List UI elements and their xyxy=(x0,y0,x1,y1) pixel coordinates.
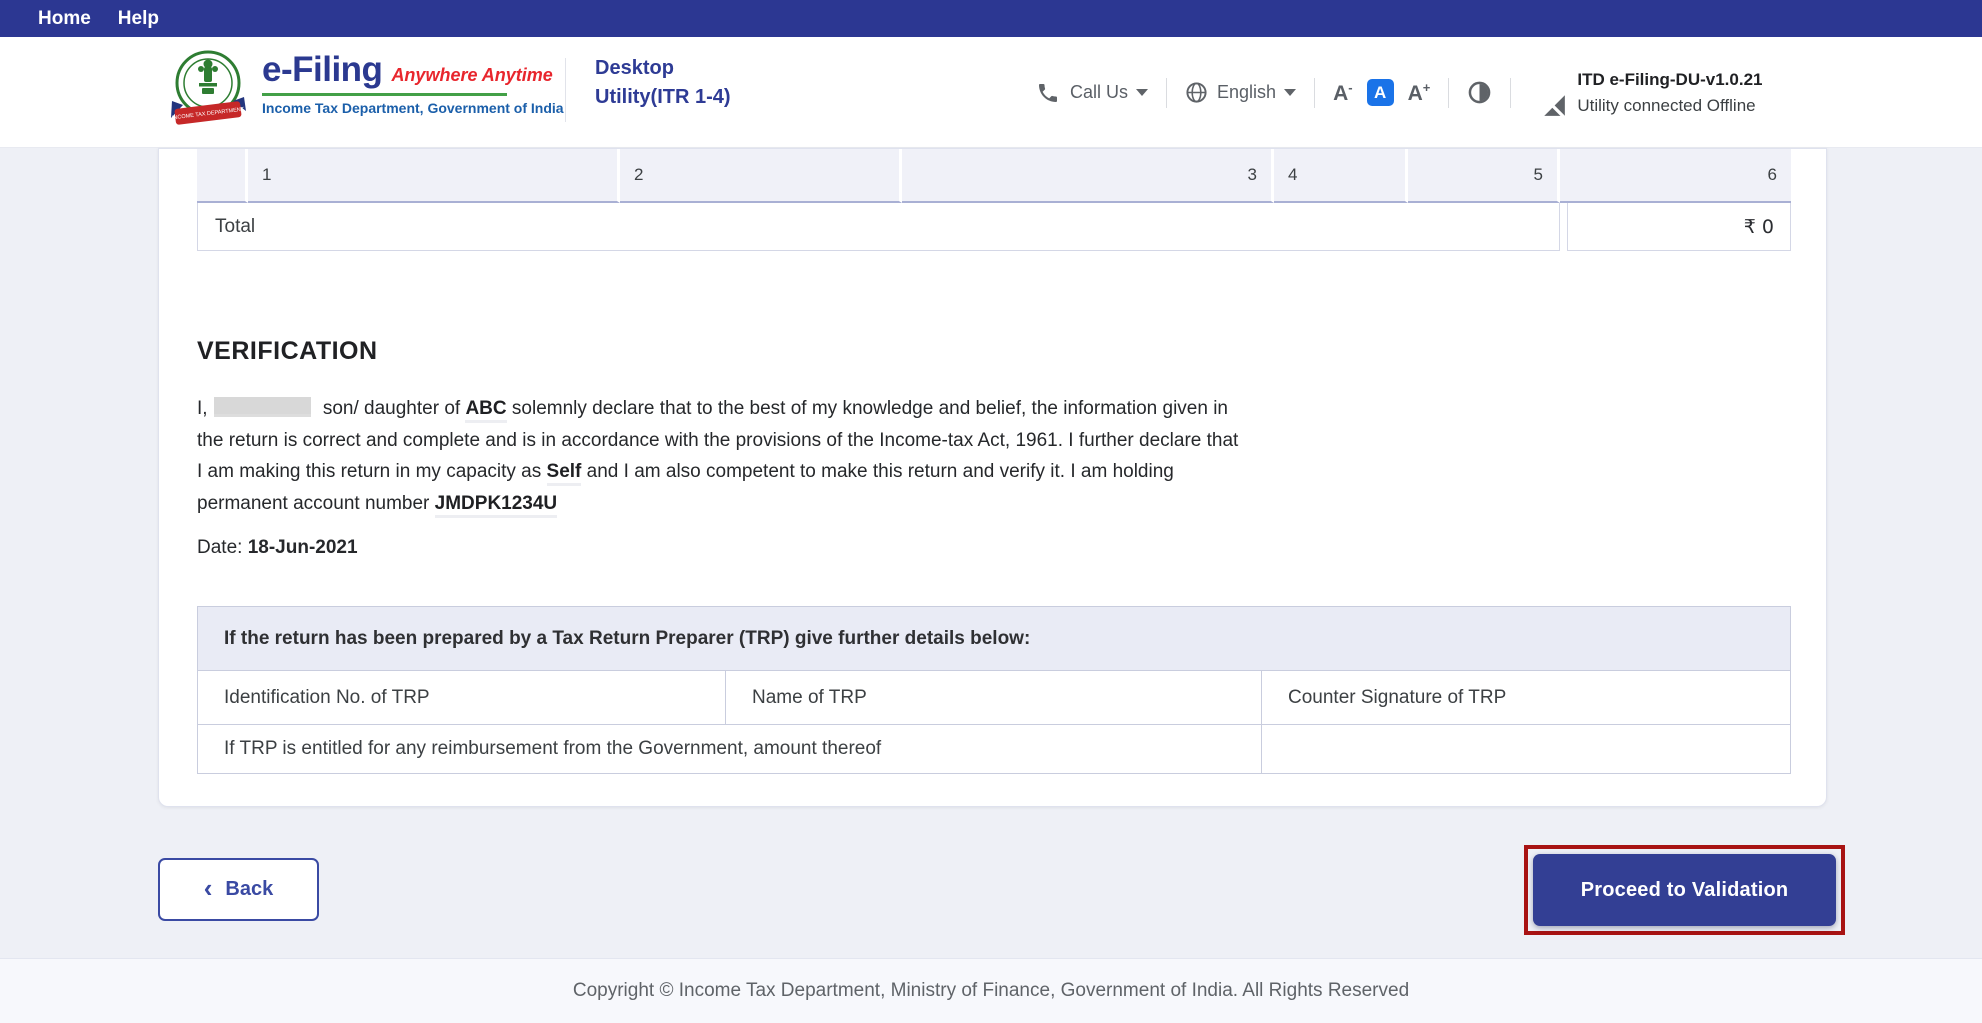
header-controls: Call Us English A- A A+ ITD e-Filing-DU-… xyxy=(1036,37,1762,148)
efiling-wordmark: e-Filing Anywhere Anytime Income Tax Dep… xyxy=(262,50,564,116)
trp-reimbursement-value-cell[interactable] xyxy=(1262,725,1790,773)
declarant-name-redacted xyxy=(213,397,311,417)
divider xyxy=(1166,77,1168,108)
total-amount: ₹ 0 xyxy=(1567,203,1791,251)
back-button[interactable]: ‹ Back xyxy=(158,858,319,921)
language-select[interactable]: English xyxy=(1217,82,1276,103)
father-name-value: ABC xyxy=(465,398,507,423)
contrast-toggle-icon[interactable] xyxy=(1467,80,1492,105)
trp-reimbursement-row: If TRP is entitled for any reimbursement… xyxy=(198,725,1790,773)
verification-declaration: I, son/ daughter of ABC solemnly declare… xyxy=(197,393,1245,519)
page-title-line1: Desktop xyxy=(595,57,674,79)
font-increase-button[interactable]: A+ xyxy=(1408,80,1431,106)
footer: Copyright © Income Tax Department, Minis… xyxy=(0,958,1982,1023)
font-decrease-button[interactable]: A- xyxy=(1333,80,1353,106)
globe-icon[interactable] xyxy=(1185,81,1208,104)
network-offline-icon xyxy=(1542,95,1566,118)
capacity-value: Self xyxy=(546,461,582,487)
divider xyxy=(1510,77,1512,108)
phone-icon[interactable] xyxy=(1036,81,1060,105)
trp-table-header: If the return has been prepared by a Tax… xyxy=(198,607,1790,671)
summary-total-row: Total ₹ 0 xyxy=(197,203,1791,251)
call-us-button[interactable]: Call Us xyxy=(1070,82,1128,103)
top-menu-bar: Home Help xyxy=(0,0,1982,37)
proceed-highlight-box: Proceed to Validation xyxy=(1524,845,1845,935)
income-tax-emblem-logo: INCOME TAX DEPARTMENT xyxy=(168,45,248,145)
total-label: Total xyxy=(197,203,1560,251)
app-header: INCOME TAX DEPARTMENT e-Filing Anywhere … xyxy=(0,37,1982,148)
form-card: 1 2 3 4 5 6 Total ₹ 0 VERIFICATION I, so… xyxy=(158,148,1827,807)
menu-home[interactable]: Home xyxy=(38,8,91,30)
decl-intro: I, xyxy=(197,398,208,419)
back-button-label: Back xyxy=(225,878,274,900)
trp-reimbursement-label: If TRP is entitled for any reimbursement… xyxy=(198,725,1262,773)
trp-name-label: Name of TRP xyxy=(726,671,1262,724)
trp-counter-signature-label: Counter Signature of TRP xyxy=(1288,686,1507,708)
summary-col-4: 4 xyxy=(1274,149,1408,203)
summary-col-6: 6 xyxy=(1560,149,1791,203)
proceed-to-validation-button[interactable]: Proceed to Validation xyxy=(1533,854,1836,926)
language-caret-icon[interactable] xyxy=(1284,89,1297,96)
emblem-icon: INCOME TAX DEPARTMENT xyxy=(171,50,246,125)
verification-heading: VERIFICATION xyxy=(197,337,378,365)
date-line: Date: 18-Jun-2021 xyxy=(197,537,358,559)
trp-columns-row: Identification No. of TRP Name of TRP Co… xyxy=(198,671,1790,725)
utility-version: ITD e-Filing-DU-v1.0.21 xyxy=(1577,70,1763,89)
brand-tagline: Anywhere Anytime xyxy=(391,65,553,85)
trp-identification-label: Identification No. of TRP xyxy=(198,671,726,724)
page-title: Desktop Utility(ITR 1-4) xyxy=(595,54,731,112)
brand-green-rule xyxy=(262,93,507,96)
summary-table: 1 2 3 4 5 6 Total ₹ 0 xyxy=(197,149,1791,251)
trp-table: If the return has been prepared by a Tax… xyxy=(197,606,1791,774)
desktop-utility-window: Home Help INCOME TAX DEPARTMENT e-Filing… xyxy=(0,0,1982,1023)
page-title-line2: Utility(ITR 1-4) xyxy=(595,86,731,108)
font-normal-button[interactable]: A xyxy=(1366,79,1394,106)
pan-value: JMDPK1234U xyxy=(434,492,558,518)
chevron-left-icon: ‹ xyxy=(203,873,213,903)
divider xyxy=(1448,77,1450,108)
summary-col-5: 5 xyxy=(1408,149,1560,203)
summary-col-3: 3 xyxy=(902,149,1274,203)
menu-help[interactable]: Help xyxy=(118,8,159,30)
brand-org-line: Income Tax Department, Government of Ind… xyxy=(262,100,564,116)
summary-col-2: 2 xyxy=(620,149,902,203)
call-us-caret-icon[interactable] xyxy=(1136,89,1149,96)
summary-col-blank xyxy=(197,149,248,203)
date-value: 18-Jun-2021 xyxy=(247,537,358,558)
summary-table-header-row: 1 2 3 4 5 6 xyxy=(197,149,1791,203)
decl-after-name: son/ daughter of xyxy=(322,398,461,419)
header-divider xyxy=(565,58,566,122)
divider xyxy=(1314,77,1316,108)
copyright-text: Copyright © Income Tax Department, Minis… xyxy=(572,980,1410,1001)
connection-status-block: ITD e-Filing-DU-v1.0.21 Utility connecte… xyxy=(1541,67,1762,118)
brand-name: e-Filing xyxy=(262,50,383,89)
connection-status-text: Utility connected Offline xyxy=(1577,95,1756,115)
date-label: Date: xyxy=(197,537,243,558)
summary-col-1: 1 xyxy=(248,149,620,203)
